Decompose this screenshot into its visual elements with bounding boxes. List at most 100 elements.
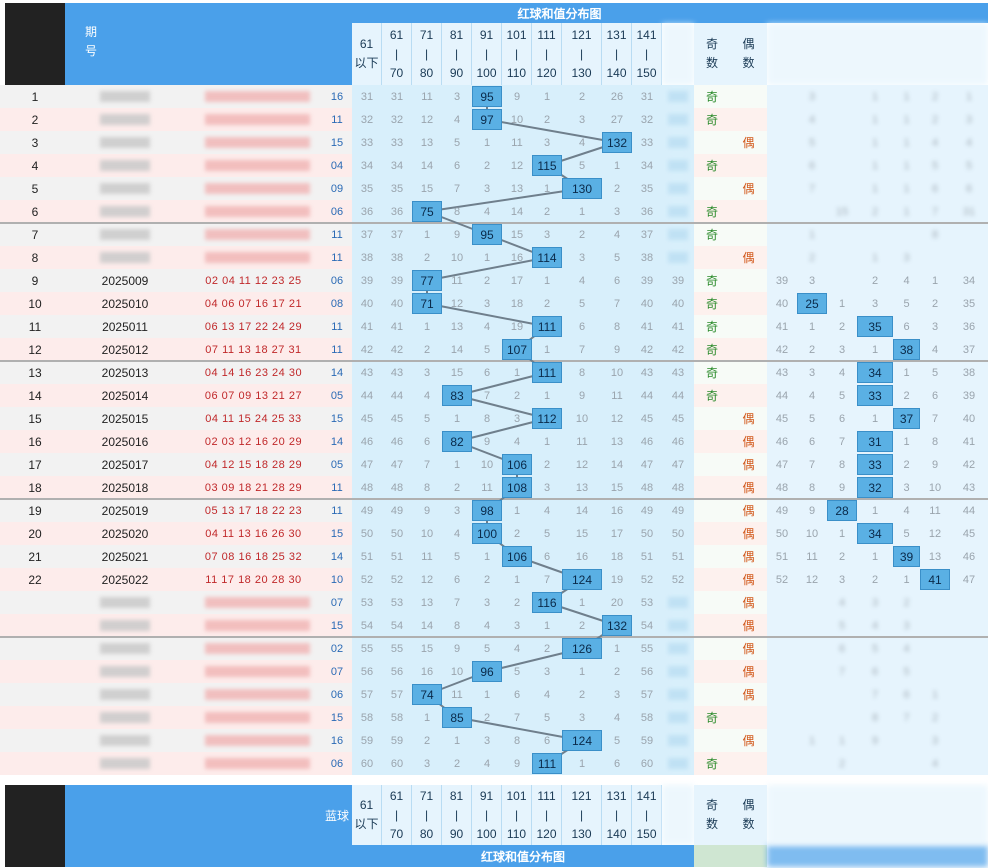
right-value: 5 xyxy=(903,297,910,310)
miss-value: 7 xyxy=(543,573,551,586)
miss-value: 38 xyxy=(390,251,404,264)
miss-value: 27 xyxy=(610,113,624,126)
miss-value: 48 xyxy=(360,481,374,494)
right-value: 31 xyxy=(962,205,976,218)
range-header-3: 81 | 90 xyxy=(442,785,472,845)
range-bottom: 130 xyxy=(571,826,592,841)
miss-value: 1 xyxy=(453,734,461,747)
extra-redacted xyxy=(668,597,688,608)
miss-value: 41 xyxy=(390,320,404,333)
right-value xyxy=(950,729,988,752)
row-index: 21 xyxy=(28,549,42,564)
right-value: 1 xyxy=(871,182,879,195)
issue-redacted xyxy=(100,229,150,240)
right-value: 4 xyxy=(903,274,910,287)
right-value xyxy=(767,614,797,637)
miss-value: 40 xyxy=(360,297,374,310)
miss-value: 51 xyxy=(390,550,404,563)
miss-value: 1 xyxy=(543,274,551,287)
issue-redacted xyxy=(100,689,150,700)
miss-value: 41 xyxy=(360,320,374,333)
parity-odd-mark: 奇 xyxy=(705,90,718,104)
sum-value-marker: 115 xyxy=(532,155,562,176)
miss-value: 45 xyxy=(390,412,404,425)
parity-even-mark: 偶 xyxy=(742,688,755,702)
extra-value: 51 xyxy=(671,550,685,563)
row-blue-ball: 07 xyxy=(330,665,344,678)
range-header-8: 131 | 140 xyxy=(602,785,632,845)
miss-value: 31 xyxy=(390,90,404,103)
miss-value: 11 xyxy=(421,550,433,563)
miss-value: 19 xyxy=(610,573,624,586)
miss-value: 5 xyxy=(543,527,551,540)
right-value: 1 xyxy=(808,734,816,747)
right-value: 4 xyxy=(903,504,910,517)
right-value: 6 xyxy=(903,688,910,701)
right-value: 3 xyxy=(808,90,816,103)
row-index: 1 xyxy=(31,89,39,104)
sum-value-marker: 114 xyxy=(532,247,562,268)
row-blue-ball: 11 xyxy=(331,320,343,333)
miss-value: 44 xyxy=(360,389,374,402)
right-value: 2 xyxy=(838,320,846,333)
row-blue-ball: 06 xyxy=(330,688,344,701)
miss-value: 3 xyxy=(543,665,551,678)
miss-value: 8 xyxy=(483,412,491,425)
miss-value: 2 xyxy=(543,205,551,218)
miss-value: 17 xyxy=(610,527,624,540)
right-value: 2 xyxy=(903,458,910,471)
right-value: 6 xyxy=(871,665,879,678)
right-value: 4 xyxy=(965,136,973,149)
even-label-2: 数 xyxy=(742,817,755,831)
miss-value: 3 xyxy=(453,504,461,517)
miss-value: 1 xyxy=(543,619,551,632)
right-value: 1 xyxy=(838,527,846,540)
right-value: 6 xyxy=(838,642,846,655)
extra-redacted xyxy=(668,620,688,631)
miss-value: 3 xyxy=(543,136,551,149)
right-value xyxy=(767,177,797,200)
miss-value: 8 xyxy=(453,619,461,632)
right-marker: 33 xyxy=(857,385,893,406)
miss-value: 2 xyxy=(543,642,551,655)
sum-value-marker: 124 xyxy=(562,730,602,751)
miss-value: 52 xyxy=(640,573,654,586)
row-red-numbers: 04 06 07 16 17 21 xyxy=(204,297,303,310)
miss-value: 4 xyxy=(543,688,551,701)
row-index: 19 xyxy=(28,503,42,518)
right-value: 1 xyxy=(931,688,939,701)
sum-value-marker: 116 xyxy=(532,592,562,613)
miss-value: 14 xyxy=(450,343,464,356)
miss-value: 35 xyxy=(360,182,374,195)
miss-value: 5 xyxy=(613,734,621,747)
miss-value: 7 xyxy=(513,711,521,724)
miss-value: 1 xyxy=(483,688,491,701)
right-value: 1 xyxy=(808,320,816,333)
right-value xyxy=(767,752,797,775)
row-issue: 2025012 xyxy=(101,342,149,357)
extra-redacted xyxy=(668,206,688,217)
issue-redacted xyxy=(100,643,150,654)
range-top: 91 xyxy=(479,788,494,803)
miss-value: 49 xyxy=(390,504,404,517)
right-value: 45 xyxy=(775,412,789,425)
right-value xyxy=(797,614,827,637)
right-value xyxy=(827,131,857,154)
miss-value: 11 xyxy=(451,688,463,701)
right-value: 46 xyxy=(962,550,976,563)
miss-value: 41 xyxy=(640,320,654,333)
miss-value: 60 xyxy=(390,757,404,770)
range-mid: | xyxy=(454,807,459,822)
right-value xyxy=(797,200,827,223)
right-value: 48 xyxy=(775,481,789,494)
row-red-numbers: 03 09 18 21 28 29 xyxy=(204,481,303,494)
miss-value: 11 xyxy=(481,481,493,494)
row-issue: 2025009 xyxy=(101,273,149,288)
row-red-numbers: 04 11 13 16 26 30 xyxy=(205,527,302,540)
footer-gap xyxy=(694,845,767,867)
miss-value: 45 xyxy=(360,412,374,425)
right-value: 5 xyxy=(903,665,910,678)
miss-value: 46 xyxy=(360,435,374,448)
row-blue-ball: 11 xyxy=(331,251,343,264)
row-index: 18 xyxy=(28,480,42,495)
